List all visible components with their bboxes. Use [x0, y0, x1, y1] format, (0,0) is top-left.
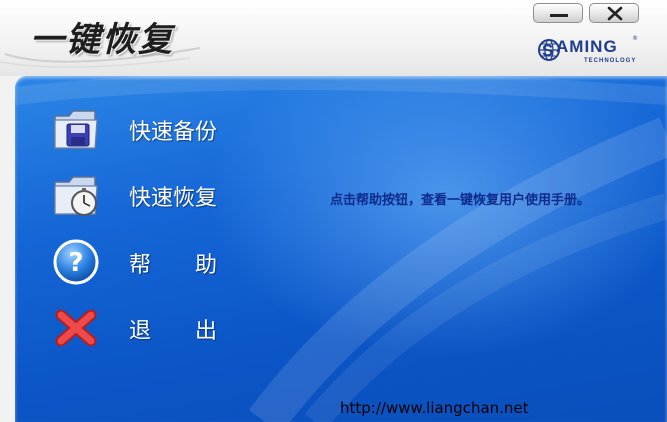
quick-restore-label: 快速恢复: [129, 186, 218, 211]
brand-logo: S AMING ® TECHNOLOGY: [538, 35, 638, 72]
logo-subtitle: TECHNOLOGY: [584, 58, 637, 64]
help-hint-text: 点击帮助按钮，查看一键恢复用户使用手册。: [330, 193, 591, 208]
svg-text:S: S: [542, 41, 553, 60]
exit-label: 退出: [129, 319, 218, 344]
exit-x-icon: [55, 309, 97, 347]
logo-registered: ®: [632, 35, 638, 42]
help-label: 帮助: [129, 253, 218, 278]
app-title: 一键恢复: [30, 20, 174, 60]
quick-backup-button[interactable]: 快速备份: [51, 104, 271, 160]
stopwatch-folder-icon: [54, 176, 98, 216]
quick-backup-label: 快速备份: [129, 120, 218, 145]
help-question-icon: ?: [53, 239, 99, 285]
close-icon: [607, 6, 623, 21]
website-link[interactable]: http://www.liangchan.net: [340, 399, 529, 417]
floppy-folder-icon: [54, 110, 98, 149]
main-panel: 快速备份 快速恢复 ? 帮助 退 出 点击帮助按钮，查看一键恢复用户使用手册。 …: [15, 76, 667, 422]
close-button[interactable]: [589, 3, 639, 23]
help-button[interactable]: ? 帮助: [51, 237, 271, 293]
title-bar: 一键恢复 S AMING ® TECHNOLOGY: [0, 0, 667, 76]
minimize-button[interactable]: [533, 3, 583, 23]
logo-word: AMING: [556, 37, 618, 56]
svg-text:?: ?: [68, 248, 83, 278]
minimize-icon: [550, 14, 568, 17]
exit-button[interactable]: 退出: [51, 303, 271, 359]
quick-restore-button[interactable]: 快速恢复: [51, 170, 271, 226]
